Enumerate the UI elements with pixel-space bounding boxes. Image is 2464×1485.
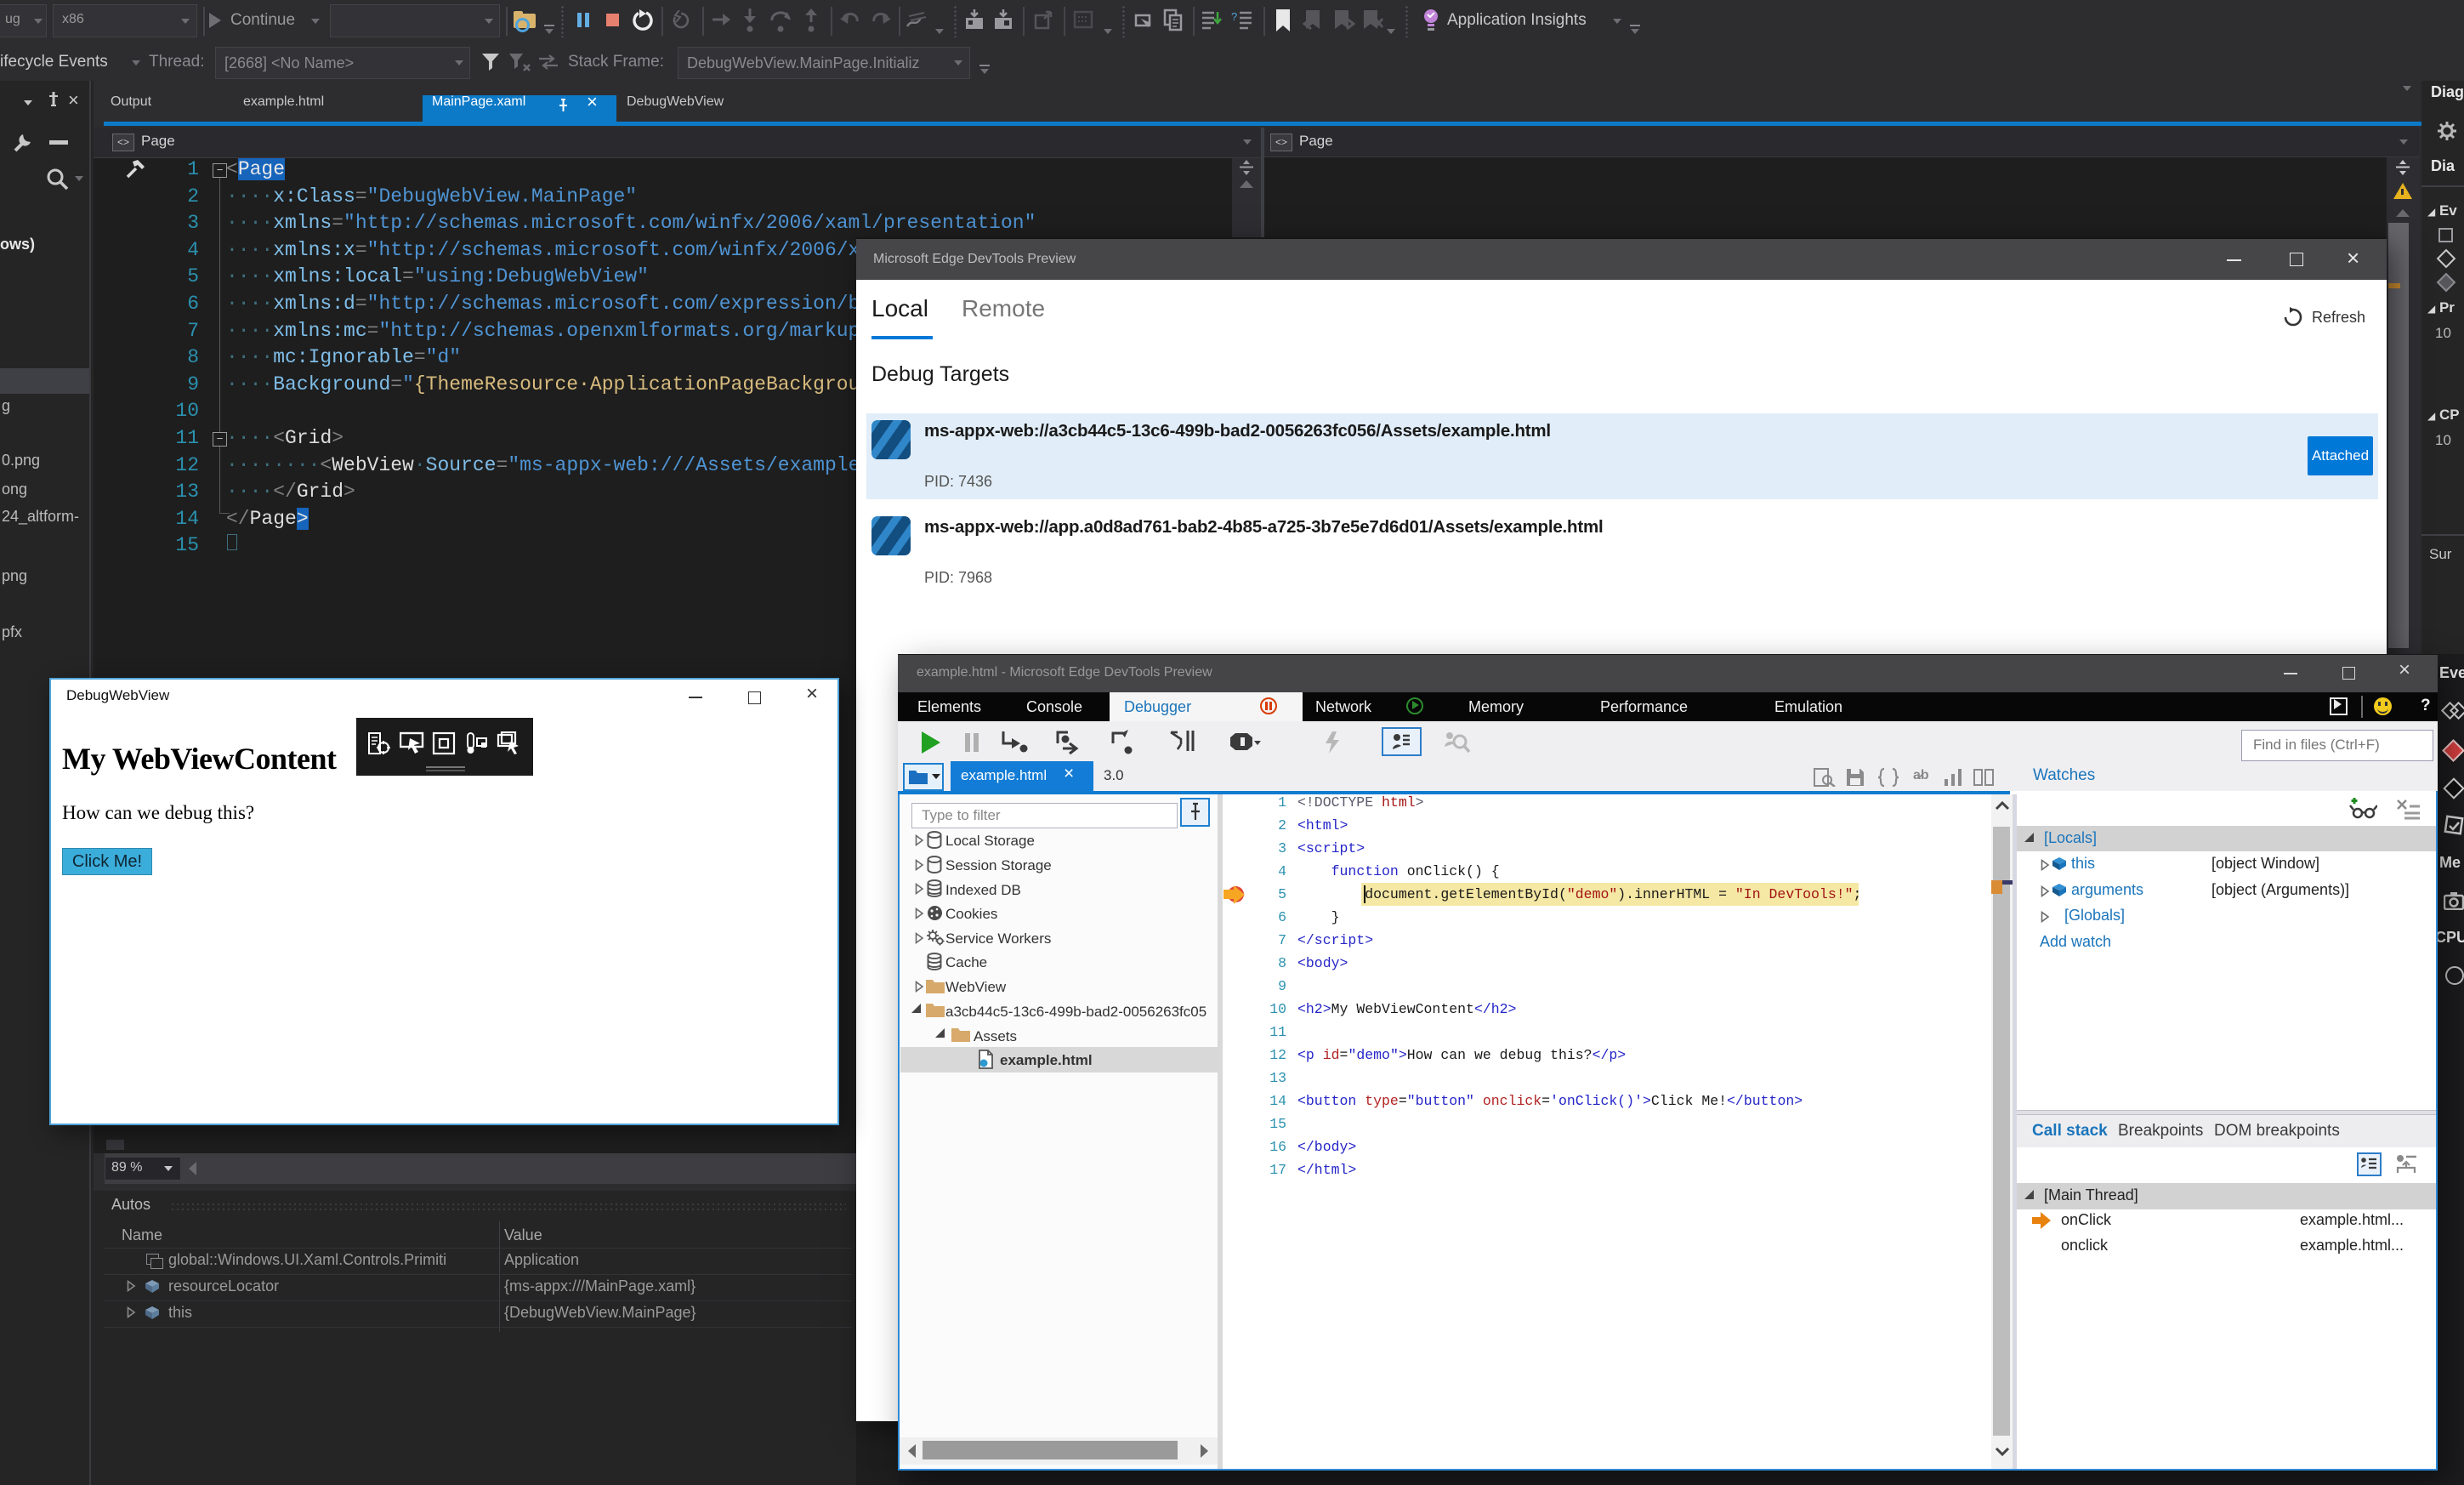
svg-text:?: ? [1231,10,1237,23]
